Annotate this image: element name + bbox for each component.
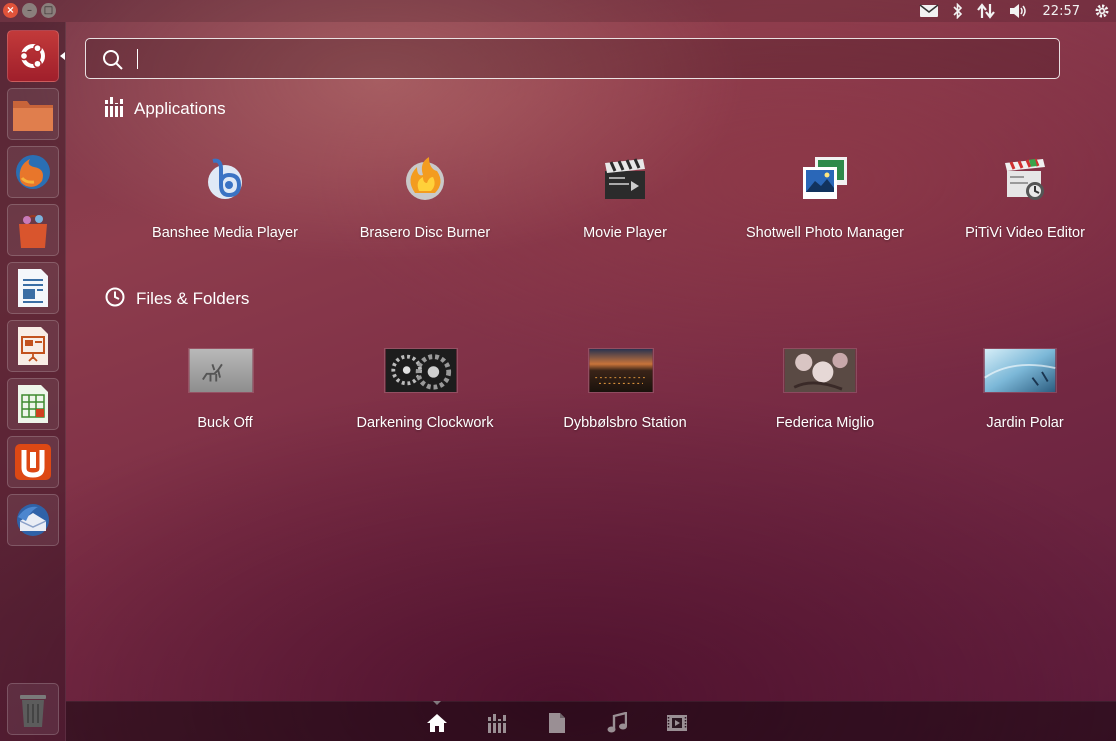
volume-icon[interactable]: [1009, 3, 1029, 19]
bluetooth-icon[interactable]: [953, 3, 963, 19]
file-label: Buck Off: [125, 415, 325, 431]
app-label: Shotwell Photo Manager: [725, 225, 925, 241]
music-icon[interactable]: [605, 712, 629, 734]
lens-bar: [66, 701, 1116, 741]
photo-thumbnail-icon: [384, 348, 458, 393]
clock[interactable]: 22:57: [1043, 4, 1080, 19]
file-item[interactable]: Jardin Polar: [925, 348, 1116, 431]
folder-icon: [11, 95, 55, 133]
search-box: [85, 38, 1060, 79]
photo-thumbnail-icon: [588, 348, 654, 393]
home-icon[interactable]: [425, 712, 449, 734]
app-label: Banshee Media Player: [125, 225, 325, 241]
trash-icon: [17, 689, 49, 729]
app-item-movie-player[interactable]: Movie Player: [525, 155, 725, 241]
app-item-brasero[interactable]: Brasero Disc Burner: [325, 155, 525, 241]
launcher-item-trash[interactable]: [7, 683, 59, 735]
ubuntu-logo-icon: [16, 39, 50, 73]
clapperboard-icon: [601, 155, 649, 203]
search-input[interactable]: [134, 45, 1034, 73]
file-item[interactable]: Buck Off: [125, 348, 325, 431]
launcher: [0, 22, 66, 741]
launcher-item-writer[interactable]: [7, 262, 59, 314]
launcher-item-thunderbird[interactable]: [7, 494, 59, 546]
file-item[interactable]: Darkening Clockwork: [325, 348, 525, 431]
libreoffice-writer-icon: [15, 267, 51, 309]
files-header[interactable]: Files & Folders: [104, 286, 249, 312]
libreoffice-calc-icon: [15, 383, 51, 425]
banshee-icon: [201, 155, 249, 203]
app-item-pitivi[interactable]: PiTiVi Video Editor: [925, 155, 1116, 241]
gear-icon[interactable]: [1094, 3, 1110, 19]
top-panel: × – □ 22:57: [0, 0, 1116, 22]
search-icon: [102, 49, 124, 75]
mail-icon[interactable]: [919, 4, 939, 18]
applications-title: Applications: [134, 99, 226, 119]
app-label: Movie Player: [525, 225, 725, 241]
video-icon[interactable]: [665, 712, 689, 734]
firefox-icon: [12, 151, 54, 193]
clock-icon: [104, 286, 126, 312]
applications-icon[interactable]: [485, 712, 509, 734]
file-item[interactable]: Dybbølsbro Station: [525, 348, 725, 431]
photo-thumbnail-icon: [983, 348, 1057, 393]
app-label: PiTiVi Video Editor: [925, 225, 1116, 241]
file-label: Dybbølsbro Station: [525, 415, 725, 431]
launcher-item-files[interactable]: [7, 88, 59, 140]
brasero-icon: [401, 155, 449, 203]
files-title: Files & Folders: [136, 289, 249, 309]
launcher-item-impress[interactable]: [7, 320, 59, 372]
file-label: Darkening Clockwork: [325, 415, 525, 431]
launcher-item-ubuntu-one[interactable]: [7, 436, 59, 488]
text-caret: [137, 49, 138, 69]
shopping-bag-icon: [13, 210, 53, 250]
app-item-banshee[interactable]: Banshee Media Player: [125, 155, 325, 241]
files-icon[interactable]: [545, 712, 569, 734]
minimize-icon[interactable]: –: [22, 3, 37, 18]
maximize-icon[interactable]: □: [41, 3, 56, 18]
file-label: Jardin Polar: [925, 415, 1116, 431]
window-controls: × – □: [3, 3, 56, 18]
launcher-item-software-center[interactable]: [7, 204, 59, 256]
libreoffice-impress-icon: [15, 325, 51, 367]
launcher-item-firefox[interactable]: [7, 146, 59, 198]
app-item-shotwell[interactable]: Shotwell Photo Manager: [725, 155, 925, 241]
network-icon[interactable]: [977, 3, 995, 19]
photo-thumbnail-icon: [783, 348, 857, 393]
applications-header[interactable]: Applications: [104, 96, 226, 122]
app-label: Brasero Disc Burner: [325, 225, 525, 241]
file-item[interactable]: Federica Miglio: [725, 348, 925, 431]
indicator-area: 22:57: [919, 0, 1110, 22]
ubuntu-one-icon: [13, 442, 53, 482]
close-icon[interactable]: ×: [3, 3, 18, 18]
pitivi-icon: [1001, 155, 1049, 203]
launcher-item-dash-home[interactable]: [7, 30, 59, 82]
photo-thumbnail-icon: [188, 348, 254, 393]
applications-icon: [104, 96, 124, 122]
active-launcher-arrow: [60, 52, 65, 60]
launcher-item-calc[interactable]: [7, 378, 59, 430]
photos-icon: [801, 155, 849, 203]
file-label: Federica Miglio: [725, 415, 925, 431]
thunderbird-icon: [12, 499, 54, 541]
